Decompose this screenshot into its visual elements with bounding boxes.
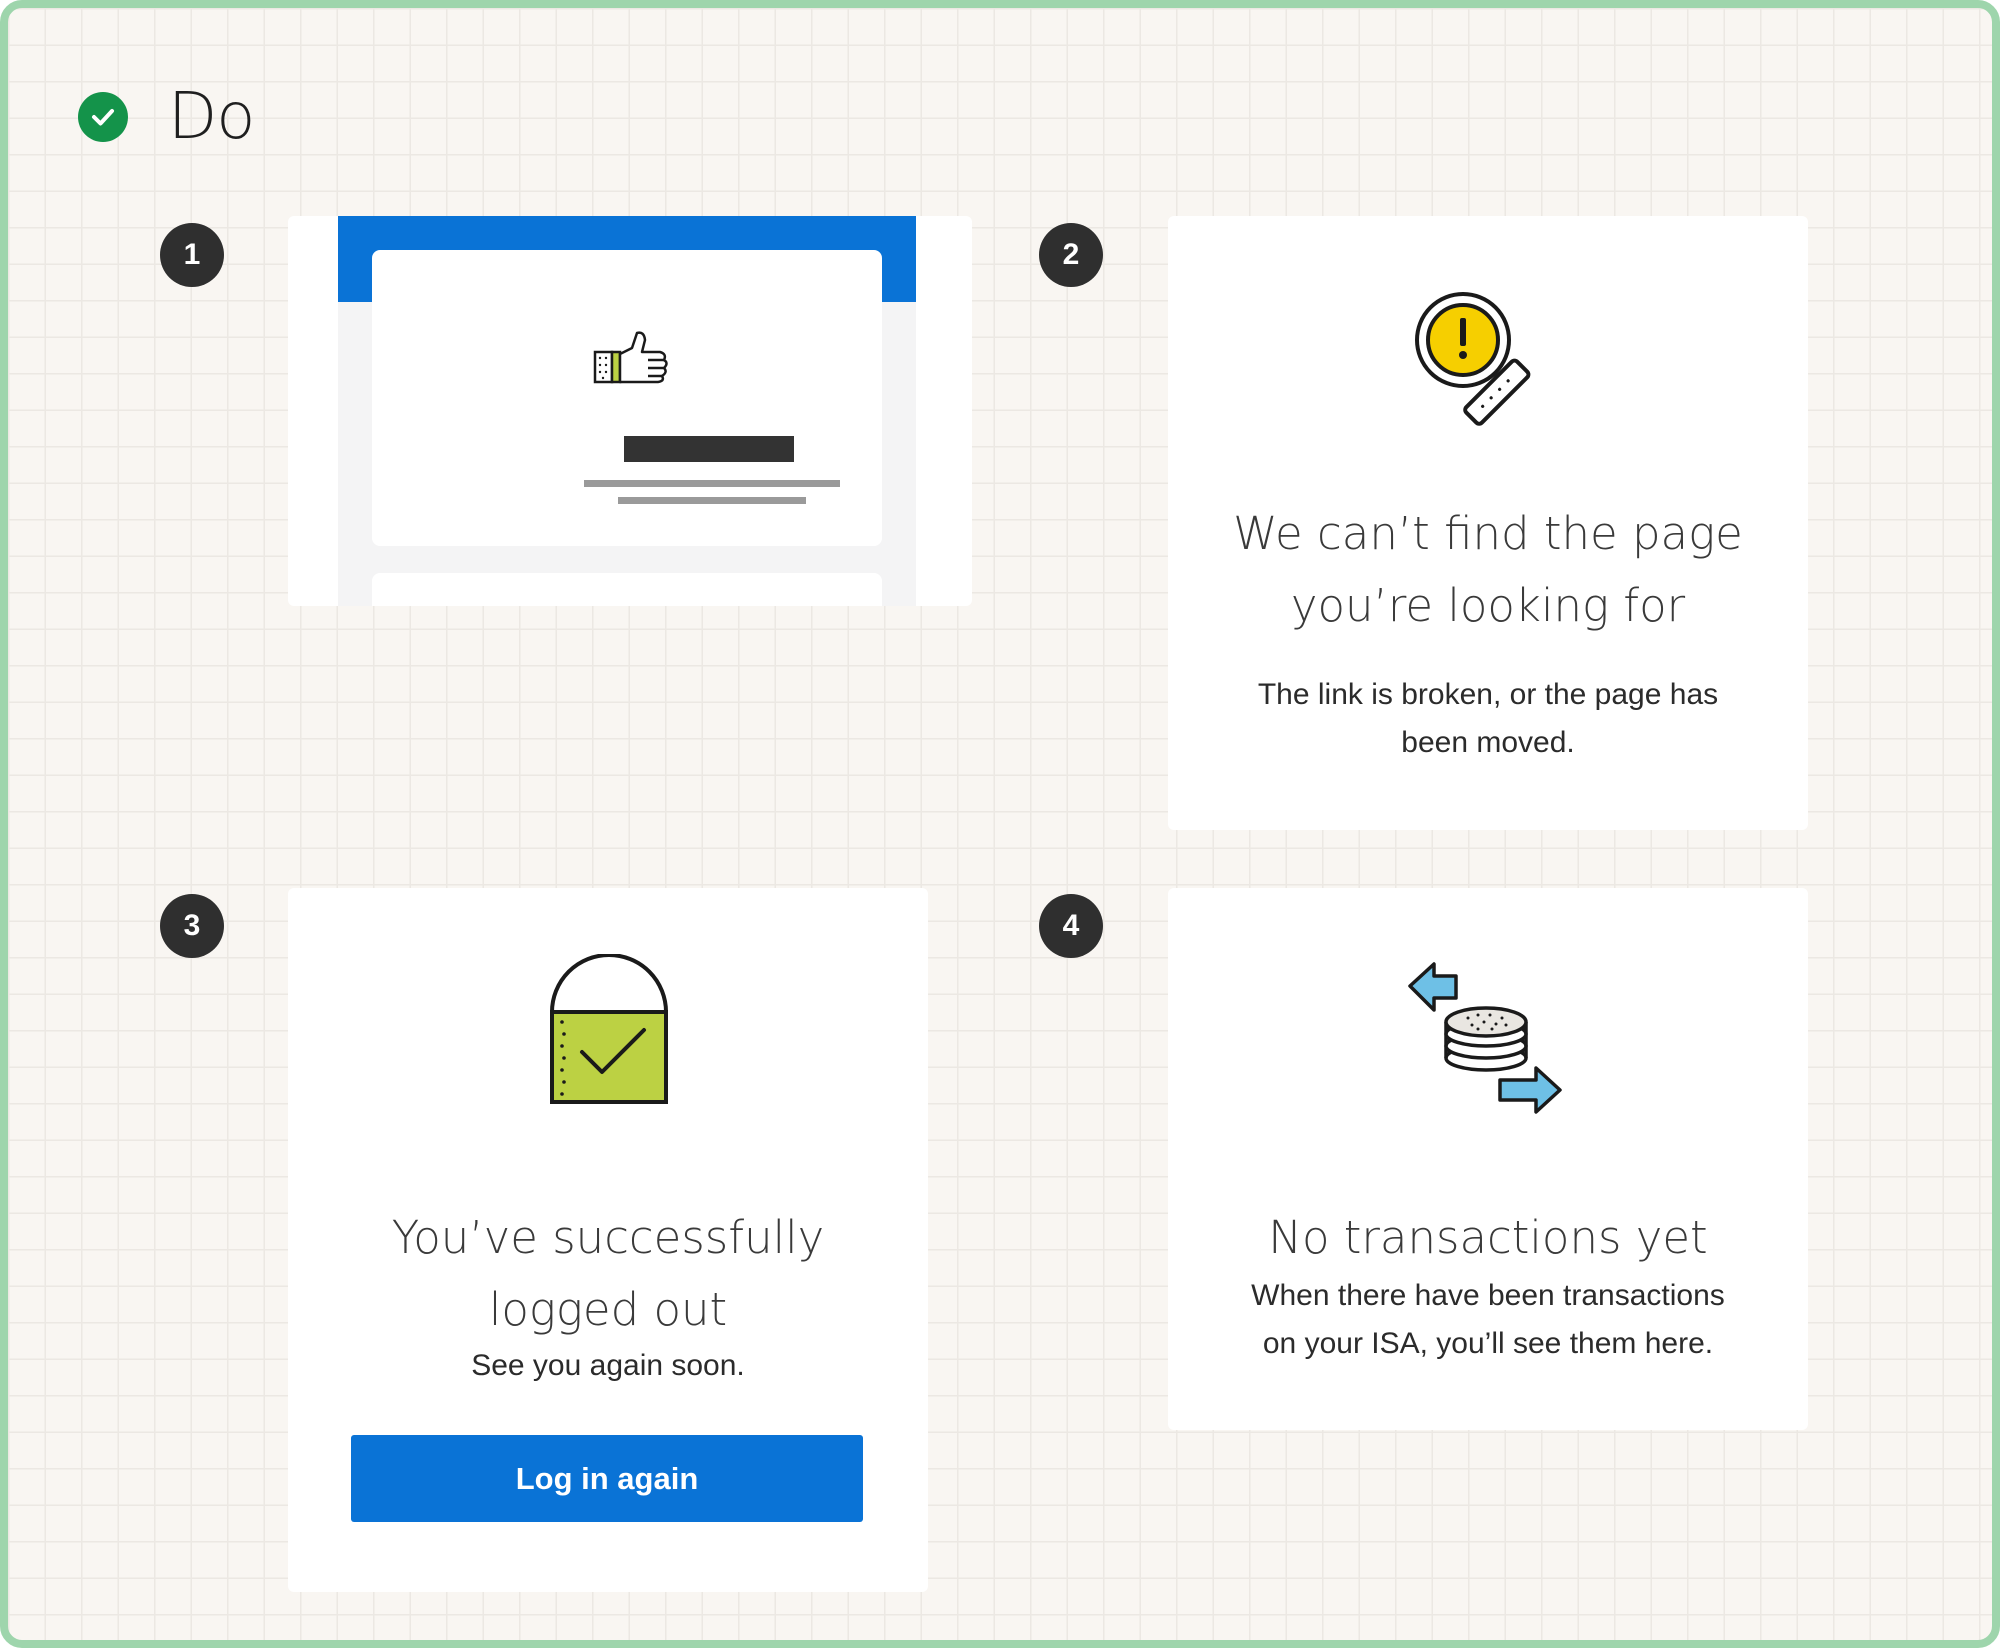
title-line: you’re looking for	[1290, 579, 1686, 632]
example-card-2: We can’t find the page you’re looking fo…	[1168, 216, 1808, 830]
title-line: You’ve successfully	[391, 1211, 825, 1264]
log-in-again-button[interactable]: Log in again	[351, 1435, 863, 1522]
card-title: You’ve successfully logged out	[288, 1202, 928, 1346]
title-line: logged out	[488, 1283, 728, 1336]
example-card-3: You’ve successfully logged out See you a…	[288, 888, 928, 1592]
mock-text-line	[618, 497, 806, 504]
padlock-check-icon	[550, 954, 668, 1104]
mock-content-card	[372, 250, 882, 546]
example-number-2: 2	[1039, 223, 1103, 287]
example-number-4: 4	[1039, 894, 1103, 958]
body-line: See you again soon.	[471, 1349, 745, 1382]
example-number-1: 1	[160, 223, 224, 287]
do-label: Do	[168, 80, 255, 154]
card-body: See you again soon.	[288, 1342, 928, 1390]
body-line: The link is broken, or the page has	[1257, 678, 1719, 711]
coins-transfer-icon	[1408, 962, 1562, 1114]
mock-text-line	[584, 480, 840, 487]
card-title: No transactions yet	[1168, 1202, 1808, 1274]
body-line: on your ISA, you’ll see them here.	[1262, 1327, 1714, 1360]
card-body: The link is broken, or the page has been…	[1168, 671, 1808, 767]
do-example-frame: Do 1 2 We can’t find the page you’re loo…	[0, 0, 2000, 1648]
do-header: Do	[78, 80, 255, 154]
mock-heading-bar	[624, 436, 794, 462]
title-line: No transactions yet	[1268, 1211, 1708, 1264]
thumbs-up-icon	[593, 331, 668, 384]
example-card-1	[288, 216, 972, 606]
example-number-3: 3	[160, 894, 224, 958]
body-line: been moved.	[1401, 726, 1575, 759]
title-line: We can’t find the page	[1233, 507, 1743, 560]
magnifier-warning-icon	[1415, 292, 1531, 426]
card-body: When there have been transactions on you…	[1168, 1272, 1808, 1368]
body-line: When there have been transactions	[1251, 1279, 1725, 1312]
card-title: We can’t find the page you’re looking fo…	[1168, 498, 1808, 642]
example-card-4: No transactions yet When there have been…	[1168, 888, 1808, 1430]
mock-next-card	[372, 573, 882, 606]
check-circle-icon	[78, 92, 128, 142]
